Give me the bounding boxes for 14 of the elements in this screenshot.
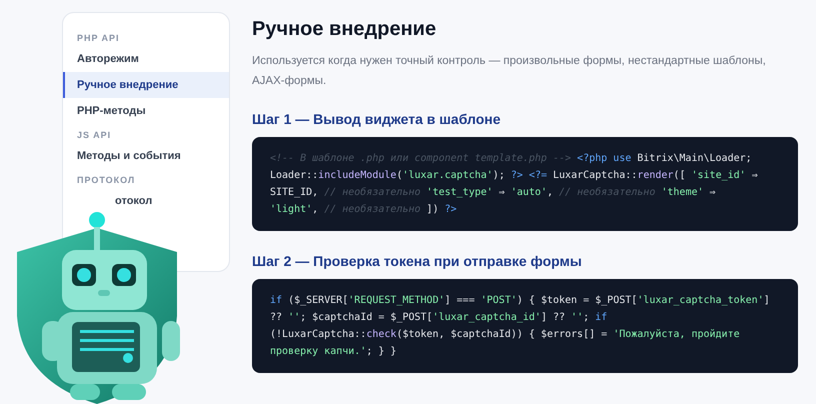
- description: Используется когда нужен точный контроль — произвольные формы, нестандартные шаблоны, AJAX-формы.: [252, 54, 767, 89]
- nav-link[interactable]: Авторежим: [63, 46, 229, 72]
- step-heading: Шаг 2 — Проверка токена при отправке формы: [252, 253, 583, 269]
- section-heading: PHP API: [76, 32, 121, 45]
- code-block: <!-- В шаблоне .php или component template.php --> <?php use Bitrix\Main\Loader; Loader::includeModule('luxar.captcha'); ?> <?= LuxarCaptcha::render([ 'site_id' ⇒ SITE_ID, // необязательно 'test_type' ⇒ 'auto', // необязательно 'theme' ⇒ 'light', // необязательно ]) ?>: [252, 137, 798, 231]
- step-heading: Шаг 1 — Вывод виджета в шаблоне: [252, 111, 502, 127]
- nav-link[interactable]: Ручное внедрение: [63, 72, 229, 98]
- section-heading: ПРОТОКОЛ: [76, 174, 136, 187]
- section-heading: JS API: [76, 129, 112, 142]
- code-block: if ($_SERVER['REQUEST_METHOD'] === 'POST') { $token = $_POST['luxar_captcha_token'] ?? ''; $captchaId = $_POST['luxar_captcha_id'] ?? ''; if (!LuxarCaptcha::check($token, $captchaId)) { $errors[] = 'Пожалуйста, пройдите проверку капчи.'; } }: [252, 279, 798, 373]
- nav-link[interactable]: отокол: [115, 193, 152, 209]
- page-title: Ручное внедрение: [252, 18, 438, 41]
- nav-link[interactable]: PHP-методы: [63, 98, 229, 124]
- nav-link[interactable]: Методы и события: [63, 143, 229, 169]
